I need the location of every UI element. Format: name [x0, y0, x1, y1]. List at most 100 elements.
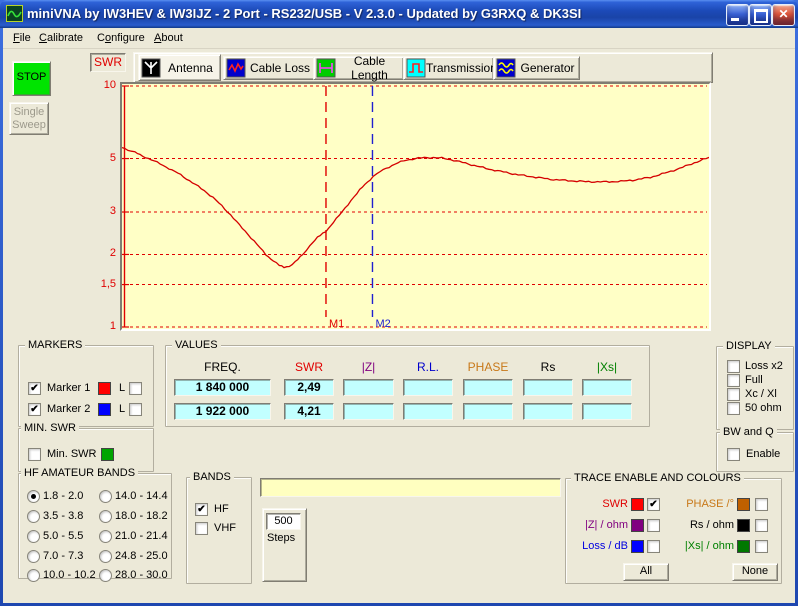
trace-all-button[interactable]: All — [623, 563, 669, 581]
hf-bands-group: HF AMATEUR BANDS 1.8 - 2.03.5 - 3.85.0 -… — [18, 473, 172, 579]
band-label-28.0-30.0: 28.0 - 30.0 — [115, 569, 168, 582]
stop-button[interactable]: STOP — [12, 61, 51, 96]
min-swr-group: MIN. SWR Min. SWR — [18, 428, 154, 472]
values-col-phase-row2-field[interactable] — [463, 403, 513, 420]
values-col-freq-row1-field[interactable]: 1 840 000 — [174, 379, 271, 396]
minimize-button[interactable] — [726, 4, 749, 26]
values-col-rs-row1-field[interactable] — [523, 379, 573, 396]
trace-xsohm-checkbox[interactable] — [755, 540, 768, 553]
band-radio-3.5-3.8[interactable] — [27, 510, 40, 523]
steps-input[interactable]: 500 — [266, 513, 301, 530]
sweep-message-field[interactable] — [260, 478, 561, 497]
display-50ohm-label: 50 ohm — [745, 402, 782, 415]
marker-2-checkbox[interactable]: ✔ — [28, 403, 41, 416]
band-label-18.0-18.2: 18.0 - 18.2 — [115, 510, 168, 523]
menu-item-calibrate[interactable]: Calibrate — [35, 31, 87, 45]
maximize-icon — [754, 9, 768, 23]
values-col-rl-row2-field[interactable] — [403, 403, 453, 420]
band-radio-14.0-14.4[interactable] — [99, 490, 112, 503]
trace-group: TRACE ENABLE AND COLOURS All None SWR✔|Z… — [565, 478, 782, 584]
values-col-xs-row1-field[interactable] — [582, 379, 632, 396]
trace-xsohm-label: |Xs| / ohm — [644, 540, 734, 553]
markers-group-title: MARKERS — [25, 339, 85, 351]
maximize-button[interactable] — [749, 4, 772, 26]
marker-1-lock-checkbox[interactable] — [129, 382, 142, 395]
antenna-icon — [141, 58, 161, 78]
marker-2-lock-checkbox[interactable] — [129, 403, 142, 416]
band-radio-1.8-2.0[interactable] — [27, 490, 40, 503]
display-xcxl-checkbox[interactable] — [727, 388, 740, 401]
band-label-24.8-25.0: 24.8 - 25.0 — [115, 550, 168, 563]
trace-phase-color-swatch[interactable] — [737, 498, 750, 511]
trace-none-button[interactable]: None — [732, 563, 778, 581]
display-group: DISPLAY Loss x2FullXc / Xl50 ohm — [716, 346, 794, 430]
trace-xsohm-color-swatch[interactable] — [737, 540, 750, 553]
band-label-3.5-3.8: 3.5 - 3.8 — [43, 510, 83, 523]
marker-1-color-swatch[interactable] — [98, 382, 111, 395]
display-50ohm-checkbox[interactable] — [727, 402, 740, 415]
min-swr-label: Min. SWR — [47, 448, 97, 461]
bands-vhf-checkbox[interactable] — [195, 522, 208, 535]
menu-item-about[interactable]: About — [150, 31, 187, 45]
marker-1-lock-label: L — [119, 382, 125, 395]
band-radio-24.8-25.0[interactable] — [99, 550, 112, 563]
close-button[interactable]: ✕ — [772, 4, 795, 26]
band-radio-18.0-18.2[interactable] — [99, 510, 112, 523]
min-swr-checkbox[interactable] — [28, 448, 41, 461]
steps-label: Steps — [267, 532, 295, 545]
tab-transmission[interactable]: Transmission — [403, 56, 494, 80]
band-label-5.0-5.5: 5.0 - 5.5 — [43, 530, 83, 543]
values-col-swr-row1-field[interactable]: 2,49 — [284, 379, 334, 396]
band-radio-5.0-5.5[interactable] — [27, 530, 40, 543]
values-col-freq-row2-field[interactable]: 1 922 000 — [174, 403, 271, 420]
bands-group-title: BANDS — [190, 471, 234, 483]
values-col-phase-row1-field[interactable] — [463, 379, 513, 396]
marker-2-color-swatch[interactable] — [98, 403, 111, 416]
tab-antenna[interactable]: Antenna — [138, 54, 221, 81]
band-label-21.0-21.4: 21.0 - 21.4 — [115, 530, 168, 543]
bw-and-q-group: BW and Q Enable — [716, 432, 794, 472]
trace-phase-label: PHASE /° — [644, 498, 734, 511]
band-radio-21.0-21.4[interactable] — [99, 530, 112, 543]
values-col-xs-header: |Xs| — [582, 361, 632, 374]
tab-cable-loss[interactable]: Cable Loss — [223, 56, 315, 80]
values-col-xs-row2-field[interactable] — [582, 403, 632, 420]
display-full-checkbox[interactable] — [727, 374, 740, 387]
trace-phase-checkbox[interactable] — [755, 498, 768, 511]
values-col-rl-header: R.L. — [403, 361, 453, 374]
bands-hf-checkbox[interactable]: ✔ — [195, 503, 208, 516]
title-bar[interactable]: miniVNA by IW3HEV & IW3IJZ - 2 Port - RS… — [0, 0, 798, 28]
band-radio-10.0-10.2[interactable] — [27, 569, 40, 582]
band-radio-7.0-7.3[interactable] — [27, 550, 40, 563]
bwq-enable-checkbox[interactable] — [727, 448, 740, 461]
single-sweep-button[interactable]: Single Sweep — [9, 102, 49, 135]
trace-zohm-color-swatch[interactable] — [631, 519, 644, 532]
hf-bands-group-title: HF AMATEUR BANDS — [21, 467, 138, 479]
trace-rsohm-color-swatch[interactable] — [737, 519, 750, 532]
values-col-z-row2-field[interactable] — [343, 403, 394, 420]
min-swr-color-swatch[interactable] — [101, 448, 114, 461]
trace-rsohm-checkbox[interactable] — [755, 519, 768, 532]
steps-panel: 500 Steps — [262, 508, 307, 582]
menu-item-file[interactable]: File — [9, 31, 35, 45]
app-icon — [6, 5, 23, 22]
display-lossx2-checkbox[interactable] — [727, 360, 740, 373]
display-full-label: Full — [745, 374, 763, 387]
swr-chart[interactable]: M1M2 — [120, 82, 711, 331]
window-title: miniVNA by IW3HEV & IW3IJZ - 2 Port - RS… — [27, 6, 581, 21]
trace-lossdb-color-swatch[interactable] — [631, 540, 644, 553]
tab-generator[interactable]: Generator — [493, 56, 580, 80]
values-col-rl-row1-field[interactable] — [403, 379, 453, 396]
menu-item-configure[interactable]: Configure — [93, 31, 149, 45]
band-radio-28.0-30.0[interactable] — [99, 569, 112, 582]
values-col-swr-row2-field[interactable]: 4,21 — [284, 403, 334, 420]
markers-group: MARKERS ✔Marker 1L✔Marker 2L — [18, 345, 154, 427]
chart-marker-label-M1: M1 — [329, 318, 344, 329]
tab-cable-length[interactable]: Cable Length — [313, 56, 404, 80]
marker-1-checkbox[interactable]: ✔ — [28, 382, 41, 395]
bands-vhf-label: VHF — [214, 522, 236, 535]
trace-swr-color-swatch[interactable] — [631, 498, 644, 511]
values-col-z-row1-field[interactable] — [343, 379, 394, 396]
swr-trace — [122, 148, 709, 268]
values-col-rs-row2-field[interactable] — [523, 403, 573, 420]
